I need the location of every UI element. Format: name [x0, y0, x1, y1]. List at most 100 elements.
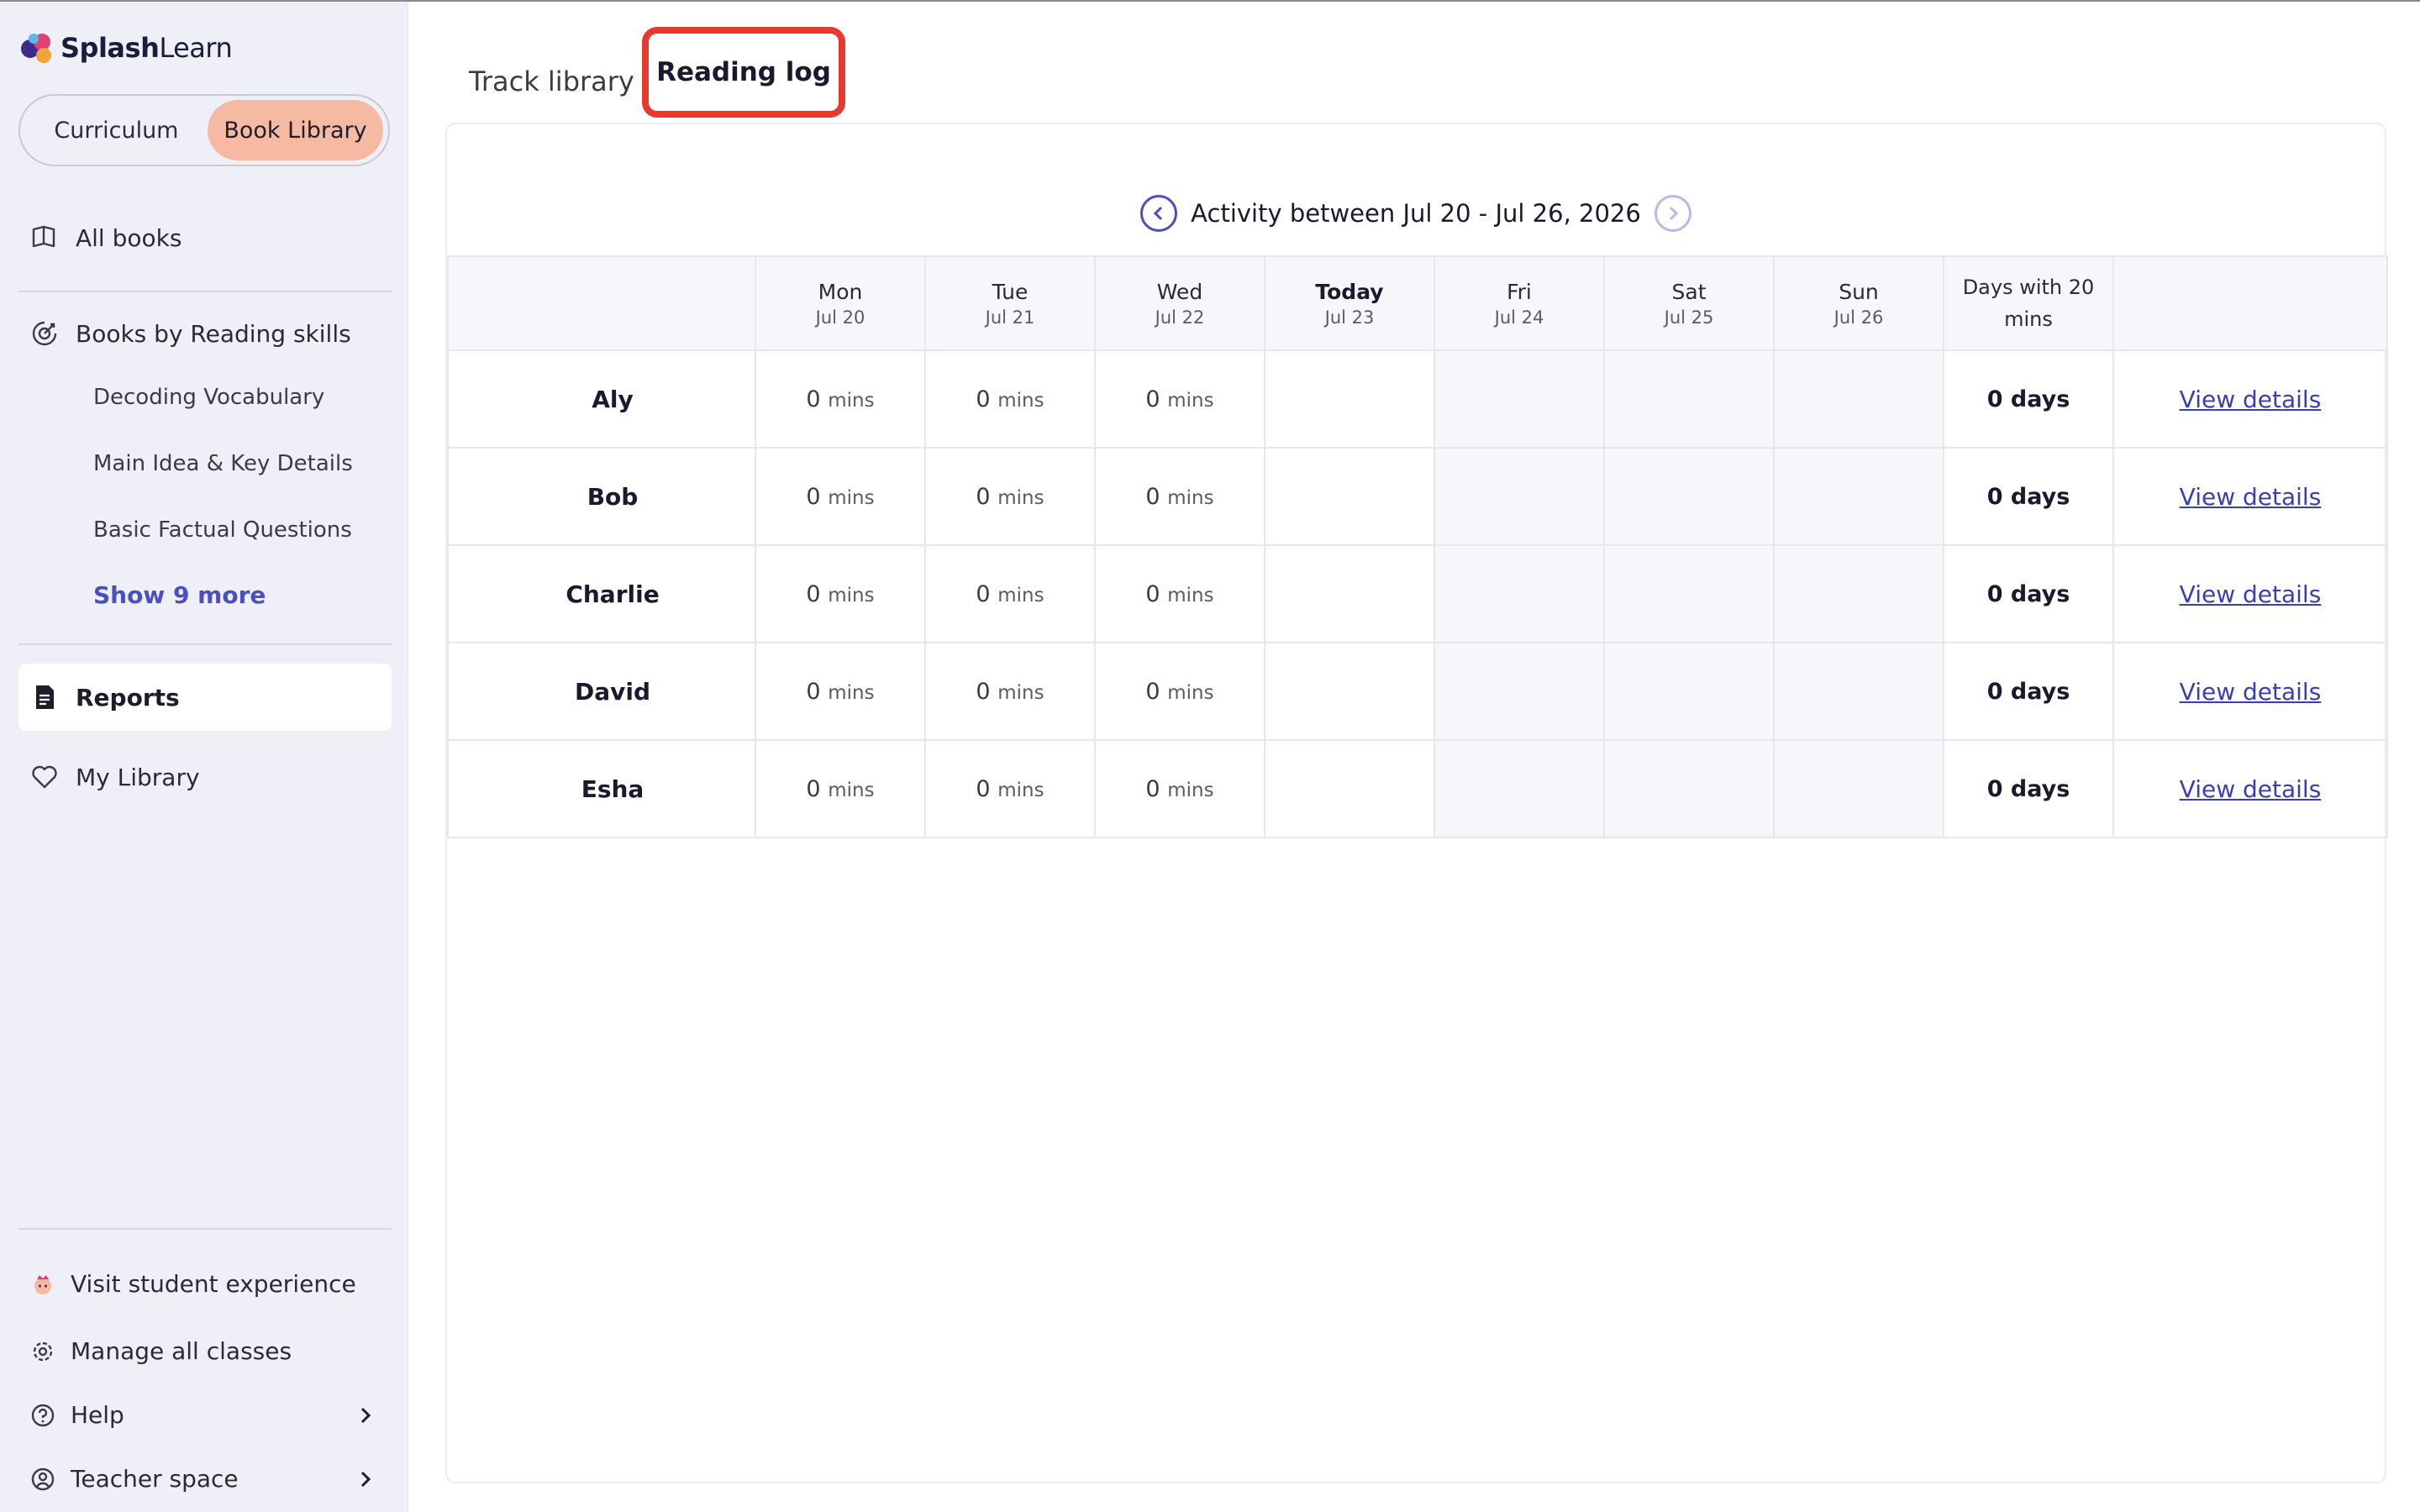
- empty-cell: [1264, 739, 1435, 838]
- empty-cell: [1264, 447, 1435, 546]
- mins-cell: 0 mins: [1094, 544, 1265, 643]
- column-header-wed: Wed Jul 22: [1094, 255, 1265, 351]
- sidebar-divider: [18, 291, 392, 292]
- future-cell: [1434, 739, 1605, 838]
- gear-icon: [33, 1341, 53, 1361]
- empty-cell: [1264, 642, 1435, 741]
- show-more-link[interactable]: Show 9 more: [93, 581, 266, 609]
- mins-cell: 0 mins: [924, 447, 1096, 546]
- future-cell: [1434, 544, 1605, 643]
- sidebar-item-my-library[interactable]: My Library: [30, 763, 200, 791]
- future-cell: [1603, 349, 1775, 449]
- sidebar-item-all-books[interactable]: All books: [30, 223, 182, 252]
- view-details-cell: View details: [2112, 642, 2388, 741]
- sidebar-item-label: All books: [76, 223, 182, 252]
- view-details-link[interactable]: View details: [2180, 678, 2322, 706]
- student-name: Bob: [447, 447, 756, 546]
- mins-cell: 0 mins: [755, 544, 926, 643]
- report-document-icon: [36, 685, 54, 709]
- future-cell: [1434, 349, 1605, 449]
- mins-cell: 0 mins: [1094, 739, 1265, 838]
- book-open-icon: [32, 225, 55, 248]
- date-range-navigator: Activity between Jul 20 - Jul 26, 2026: [447, 195, 2385, 232]
- tab-track-library[interactable]: Track library: [469, 66, 634, 97]
- sidebar-item-label: Books by Reading skills: [76, 319, 351, 348]
- bottom-item-label: Teacher space: [71, 1465, 239, 1493]
- column-header-sun: Sun Jul 26: [1773, 255, 1944, 351]
- future-cell: [1603, 739, 1775, 838]
- logo-icon: [21, 34, 51, 63]
- view-details-link[interactable]: View details: [2180, 386, 2322, 413]
- empty-cell: [1264, 544, 1435, 643]
- view-details-cell: View details: [2112, 739, 2388, 838]
- bottom-item-label: Manage all classes: [71, 1337, 292, 1365]
- mins-cell: 0 mins: [924, 739, 1096, 838]
- logo-text: SplashLearn: [60, 32, 233, 64]
- student-name: Aly: [447, 349, 756, 449]
- sidebar: SplashLearn Curriculum Book Library All …: [0, 2, 408, 1512]
- target-icon: [32, 321, 57, 346]
- view-details-cell: View details: [2112, 447, 2388, 546]
- question-circle-icon: [31, 1404, 55, 1426]
- sidebar-item-books-by-skills[interactable]: Books by Reading skills: [30, 319, 351, 348]
- view-details-link[interactable]: View details: [2180, 775, 2322, 803]
- sidebar-subitem-main-idea[interactable]: Main Idea & Key Details: [93, 451, 353, 476]
- student-face-icon: [34, 1274, 51, 1294]
- splashlearn-logo[interactable]: SplashLearn: [18, 27, 233, 69]
- chevron-right-icon: [360, 1471, 371, 1487]
- column-header-days-with-20-mins: Days with 20 mins: [1943, 255, 2114, 351]
- student-column-header: [447, 255, 756, 351]
- visit-student-experience-link[interactable]: Visit student experience: [30, 1270, 375, 1298]
- mins-cell: 0 mins: [755, 447, 926, 546]
- mins-cell: 0 mins: [1094, 349, 1265, 449]
- view-details-link[interactable]: View details: [2180, 483, 2322, 511]
- sidebar-subitem-basic-factual[interactable]: Basic Factual Questions: [93, 517, 352, 543]
- sidebar-subitem-decoding-vocabulary[interactable]: Decoding Vocabulary: [93, 385, 324, 410]
- heart-icon: [32, 765, 57, 789]
- curriculum-toggle-button[interactable]: Curriculum: [25, 100, 208, 160]
- mins-cell: 0 mins: [924, 642, 1096, 741]
- student-name: Esha: [447, 739, 756, 838]
- user-circle-icon: [31, 1467, 55, 1490]
- column-header-mon: Mon Jul 20: [755, 255, 926, 351]
- table-row: David 0 mins 0 mins 0 mins 0 days View d…: [447, 642, 2388, 741]
- reading-log-table: Mon Jul 20 Tue Jul 21 Wed Jul 22 Today Jul 2…: [447, 255, 2388, 838]
- mins-cell: 0 mins: [1094, 642, 1265, 741]
- tab-reading-log[interactable]: Reading log: [642, 27, 845, 118]
- chevron-right-icon: [1669, 206, 1678, 221]
- days-count: 0 days: [1943, 349, 2114, 449]
- table-row: Esha 0 mins 0 mins 0 mins 0 days View de…: [447, 739, 2388, 838]
- future-cell: [1773, 447, 1944, 546]
- table-row: Aly 0 mins 0 mins 0 mins 0 days View det…: [447, 349, 2388, 449]
- table-row: Bob 0 mins 0 mins 0 mins 0 days View det…: [447, 447, 2388, 546]
- sidebar-item-reports[interactable]: Reports: [18, 664, 392, 731]
- future-cell: [1773, 349, 1944, 449]
- mins-cell: 0 mins: [1094, 447, 1265, 546]
- mins-cell: 0 mins: [755, 349, 926, 449]
- teacher-space-link[interactable]: Teacher space: [30, 1465, 375, 1493]
- view-details-cell: View details: [2112, 544, 2388, 643]
- chevron-left-icon: [1154, 206, 1163, 221]
- view-details-link[interactable]: View details: [2180, 580, 2322, 608]
- days-count: 0 days: [1943, 544, 2114, 643]
- future-cell: [1773, 544, 1944, 643]
- mins-cell: 0 mins: [755, 642, 926, 741]
- manage-all-classes-link[interactable]: Manage all classes: [30, 1337, 375, 1365]
- date-range-label: Activity between Jul 20 - Jul 26, 2026: [1191, 199, 1641, 228]
- column-header-sat: Sat Jul 25: [1603, 255, 1775, 351]
- previous-week-button[interactable]: [1140, 195, 1178, 232]
- actions-column-header: [2112, 255, 2388, 351]
- next-week-button[interactable]: [1654, 195, 1691, 232]
- mins-cell: 0 mins: [924, 544, 1096, 643]
- empty-cell: [1264, 349, 1435, 449]
- bottom-item-label: Help: [71, 1401, 124, 1429]
- future-cell: [1773, 739, 1944, 838]
- future-cell: [1434, 642, 1605, 741]
- table-row: Charlie 0 mins 0 mins 0 mins 0 days View…: [447, 544, 2388, 643]
- chevron-right-icon: [360, 1407, 371, 1423]
- sidebar-item-label: Reports: [76, 683, 180, 711]
- sidebar-divider: [18, 1228, 392, 1230]
- help-link[interactable]: Help: [30, 1401, 375, 1429]
- sidebar-item-label: My Library: [76, 763, 200, 791]
- book-library-toggle-button[interactable]: Book Library: [207, 100, 383, 160]
